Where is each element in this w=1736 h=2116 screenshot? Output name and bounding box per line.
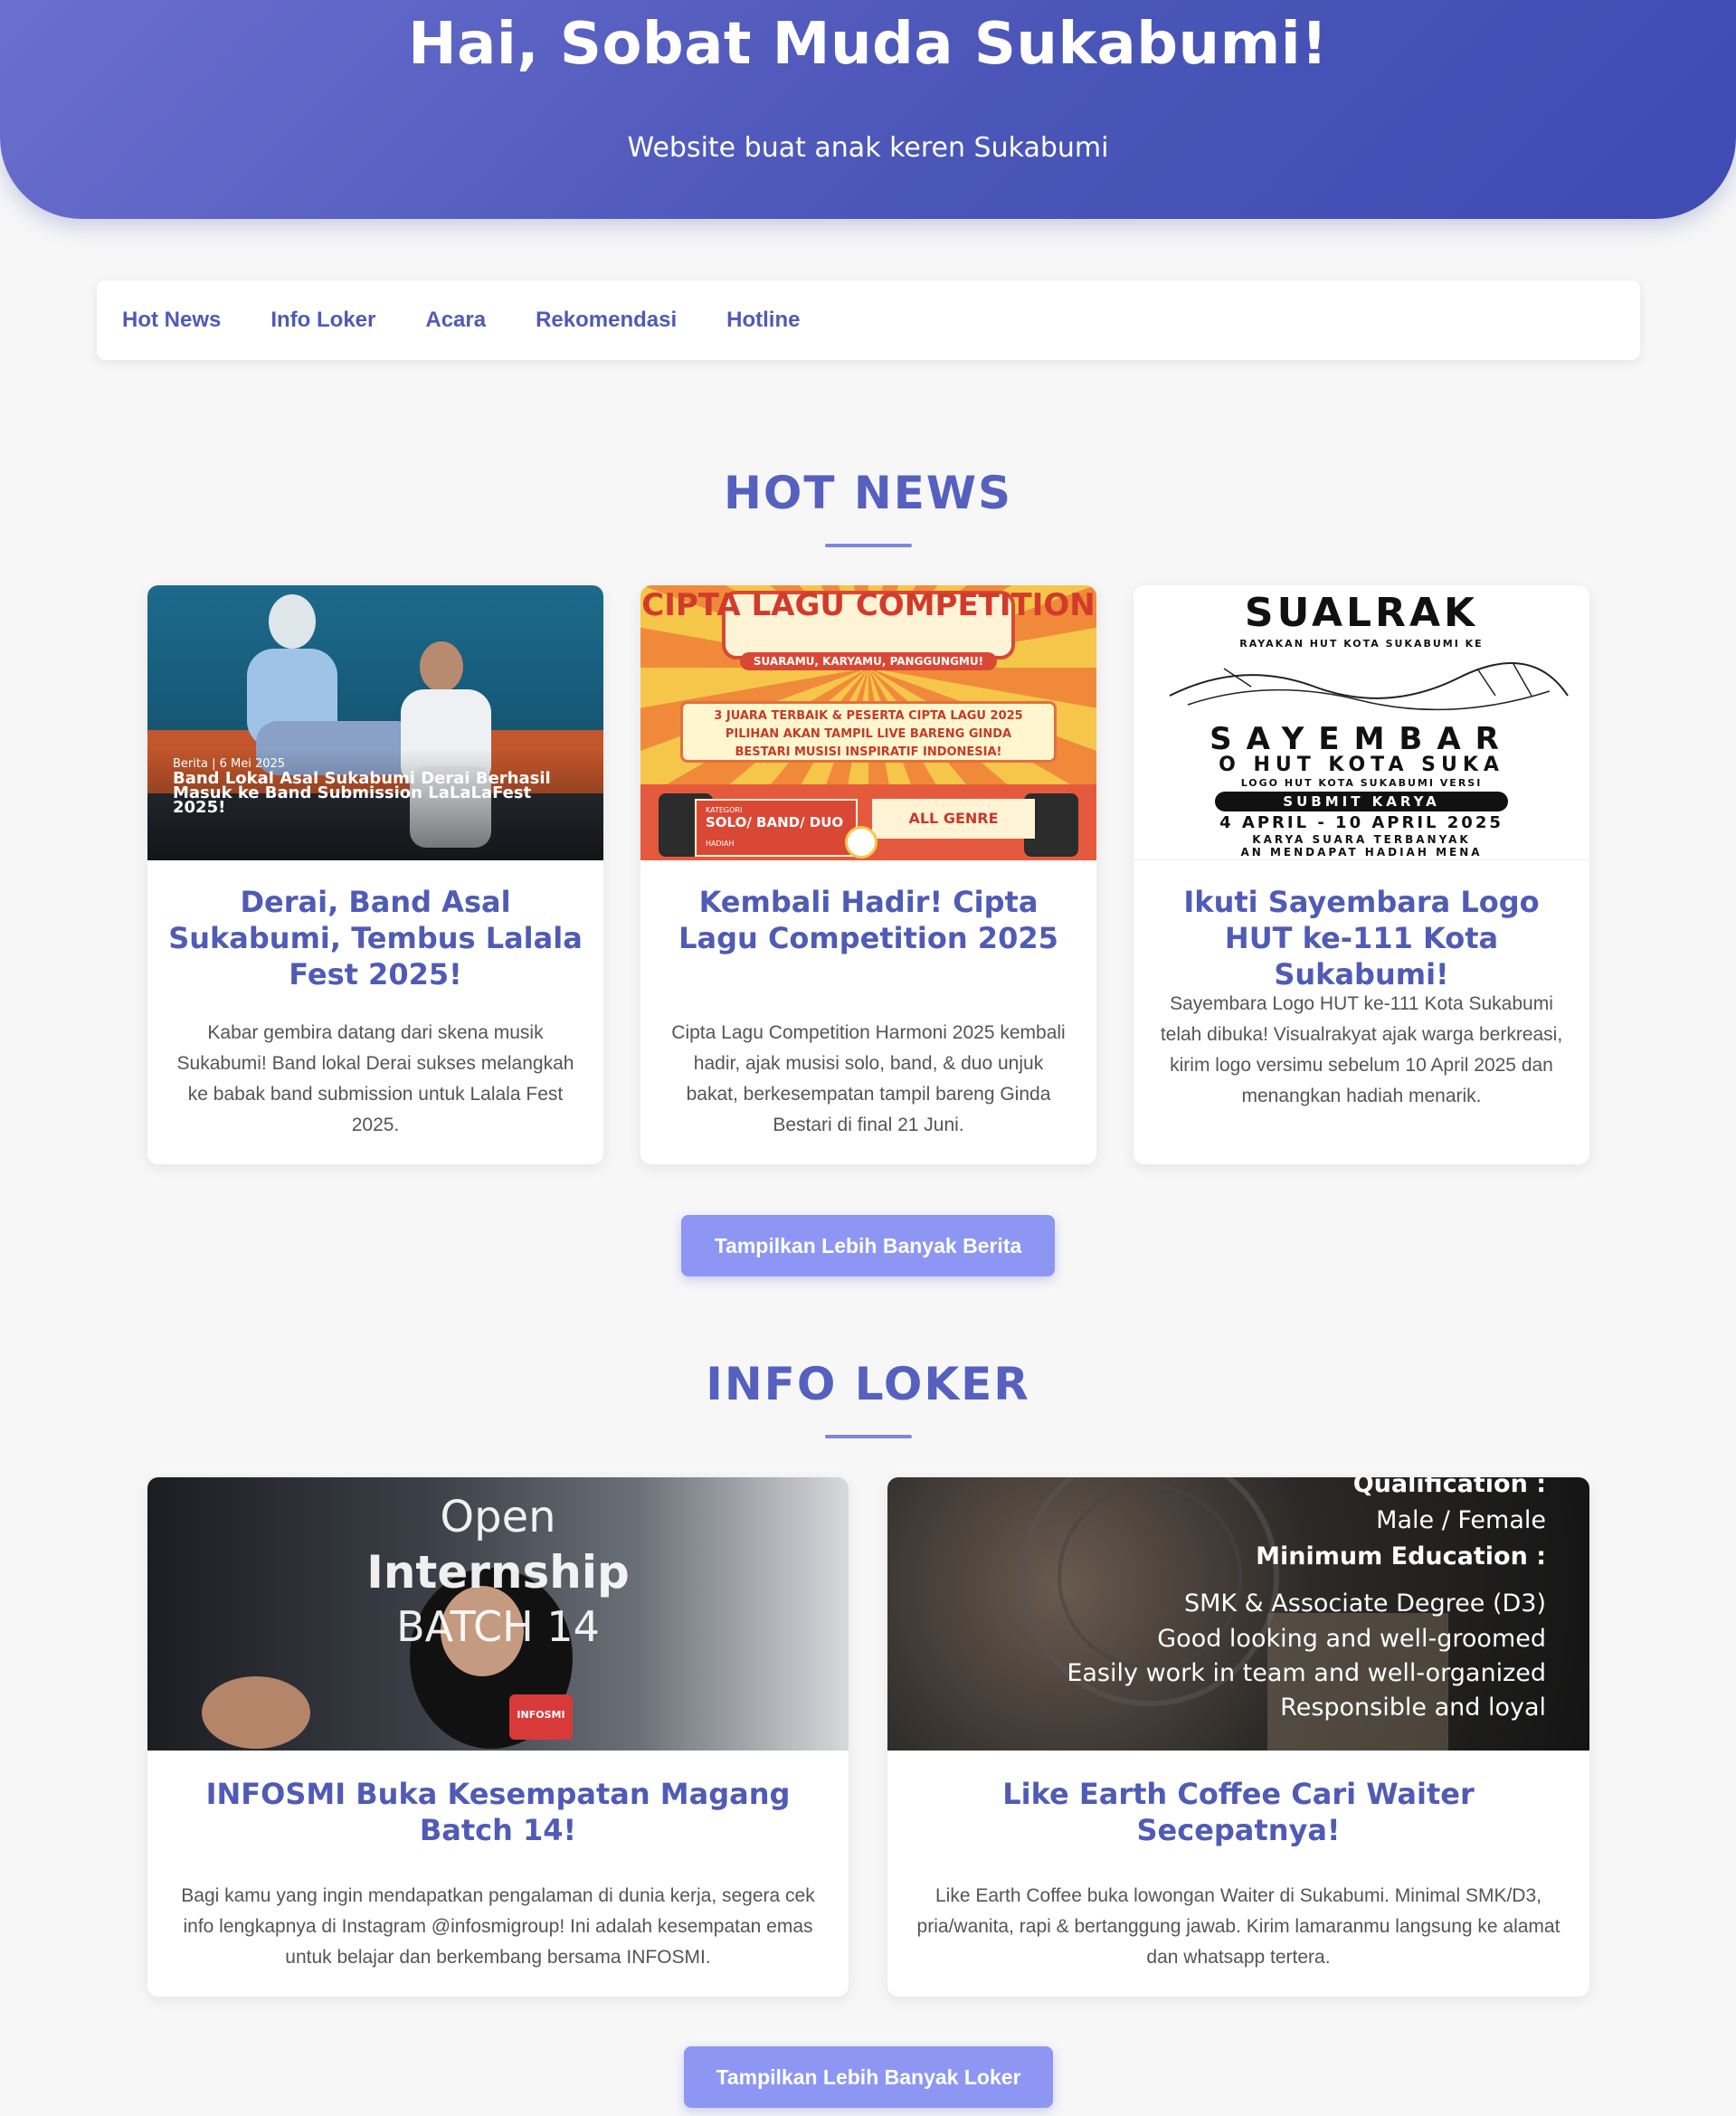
sayembara-image-line4: LOGO HUT KOTA SUKABUMI VERSI — [1240, 777, 1483, 789]
hot-news-title: HOT NEWS — [723, 467, 1013, 519]
news-image-sayembara: SUALRAK RAYAKAN HUT KOTA SUKABUMI KE SAY… — [1134, 585, 1589, 860]
job-card-title[interactable]: Like Earth Coffee Cari Waiter Secepatnya… — [906, 1776, 1571, 1848]
info-loker-title: INFO LOKER — [706, 1358, 1030, 1410]
hero-header: Hai, Sobat Muda Sukabumi! Website buat a… — [0, 0, 1736, 219]
hero-subtitle: Website buat anak keren Sukabumi — [627, 132, 1109, 164]
job-card-desc: Bagi kamu yang ingin mendapatkan pengala… — [181, 1885, 815, 1968]
more-news-button[interactable]: Tampilkan Lebih Banyak Berita — [681, 1215, 1055, 1276]
news-card-cipta-lagu[interactable]: CIPTA LAGU COMPETITION SUARAMU, KARYAMU,… — [640, 585, 1096, 1164]
sayembara-image-submit: SUBMIT KARYA — [1215, 792, 1508, 811]
like-earth-line-3: SMK & Associate Degree (D3) — [1183, 1589, 1546, 1618]
like-earth-line-4: Good looking and well-groomed — [1157, 1625, 1546, 1653]
cipta-lagu-hadiah: HADIAH — [706, 840, 735, 848]
like-earth-line-0: Qualification : — [1352, 1477, 1546, 1498]
hot-news-underline — [825, 544, 912, 547]
nav-item-hotline[interactable]: Hotline — [726, 308, 800, 333]
news-image-headline: Band Lokal Asal Sukabumi Derai Berhasil … — [173, 769, 551, 817]
info-loker-underline — [825, 1435, 912, 1438]
news-card-title[interactable]: Derai, Band Asal Sukabumi, Tembus Lalala… — [166, 884, 585, 992]
sayembara-image-line2: SAYEMBAR — [1210, 721, 1513, 757]
news-card-desc: Cipta Lagu Competition Harmoni 2025 kemb… — [671, 1022, 1066, 1135]
hero-title: Hai, Sobat Muda Sukabumi! — [408, 11, 1328, 78]
like-earth-line-6: Responsible and loyal — [1280, 1694, 1546, 1722]
news-card-sayembara[interactable]: SUALRAK RAYAKAN HUT KOTA SUKABUMI KE SAY… — [1134, 585, 1589, 1164]
main-nav: Hot News Info Loker Acara Rekomendasi Ho… — [97, 280, 1640, 360]
news-card-title[interactable]: Kembali Hadir! Cipta Lagu Competition 20… — [659, 884, 1078, 956]
cipta-lagu-genre: ALL GENRE — [872, 799, 1035, 839]
sayembara-image-line6: AN MENDAPAT HADIAH MENA — [1240, 846, 1483, 859]
job-card-like-earth[interactable]: Qualification : Male / Female Minimum Ed… — [887, 1477, 1589, 1997]
news-card-desc: Kabar gembira datang dari skena musik Su… — [176, 1022, 574, 1135]
job-card-infosmi[interactable]: Open Internship BATCH 14 INFOSMI INFOSMI… — [147, 1477, 849, 1997]
job-card-desc: Like Earth Coffee buka lowongan Waiter d… — [916, 1885, 1561, 1968]
sayembara-image-line3: O HUT KOTA SUKA — [1219, 754, 1504, 776]
nav-item-rekomendasi[interactable]: Rekomendasi — [536, 308, 677, 333]
nav-item-acara[interactable]: Acara — [425, 308, 486, 333]
cipta-lagu-image-tagline: SUARAMU, KARYAMU, PANGGUNGMU! — [740, 652, 997, 670]
sayembara-image-line1: RAYAKAN HUT KOTA SUKABUMI KE — [1239, 638, 1484, 650]
sayembara-image-brand: SUALRAK — [1244, 593, 1479, 634]
infosmi-image-line3: BATCH 14 — [396, 1602, 600, 1651]
sayembara-image-line5: KARYA SUARA TERBANYAK — [1252, 833, 1471, 846]
nav-item-hot-news[interactable]: Hot News — [122, 308, 221, 333]
more-jobs-button[interactable]: Tampilkan Lebih Banyak Loker — [684, 2046, 1053, 2108]
news-card-derai[interactable]: Berita | 6 Mei 2025 Band Lokal Asal Suka… — [147, 585, 603, 1164]
cipta-lagu-image-body: 3 JUARA TERBAIK & PESERTA CIPTA LAGU 202… — [680, 701, 1057, 763]
news-card-desc: Sayembara Logo HUT ke-111 Kota Sukabumi … — [1160, 993, 1563, 1106]
cipta-lagu-image-title: CIPTA LAGU COMPETITION — [641, 587, 1096, 623]
job-image-infosmi: Open Internship BATCH 14 INFOSMI — [147, 1477, 849, 1751]
cipta-lagu-solo: SOLO/ BAND/ DUO — [706, 814, 844, 830]
cipta-lagu-kategori: KATEGORI — [706, 806, 743, 814]
nav-item-info-loker[interactable]: Info Loker — [270, 308, 375, 333]
like-earth-line-1: Male / Female — [1376, 1506, 1546, 1534]
infosmi-image-line1: Open — [440, 1492, 556, 1542]
like-earth-line-5: Easily work in team and well-organized — [1067, 1659, 1546, 1687]
news-image-cipta-lagu: CIPTA LAGU COMPETITION SUARAMU, KARYAMU,… — [640, 585, 1096, 860]
infosmi-image-mic: INFOSMI — [517, 1709, 565, 1721]
news-card-title[interactable]: Ikuti Sayembara Logo HUT ke-111 Kota Suk… — [1152, 884, 1571, 992]
news-image-derai: Berita | 6 Mei 2025 Band Lokal Asal Suka… — [147, 585, 603, 860]
sayembara-image-dates: 4 APRIL - 10 APRIL 2025 — [1219, 813, 1504, 832]
infosmi-image-line2: Internship — [366, 1546, 630, 1599]
job-image-like-earth: Qualification : Male / Female Minimum Ed… — [887, 1477, 1589, 1751]
job-card-title[interactable]: INFOSMI Buka Kesempatan Magang Batch 14! — [166, 1776, 830, 1848]
like-earth-line-2: Minimum Education : — [1256, 1542, 1546, 1570]
